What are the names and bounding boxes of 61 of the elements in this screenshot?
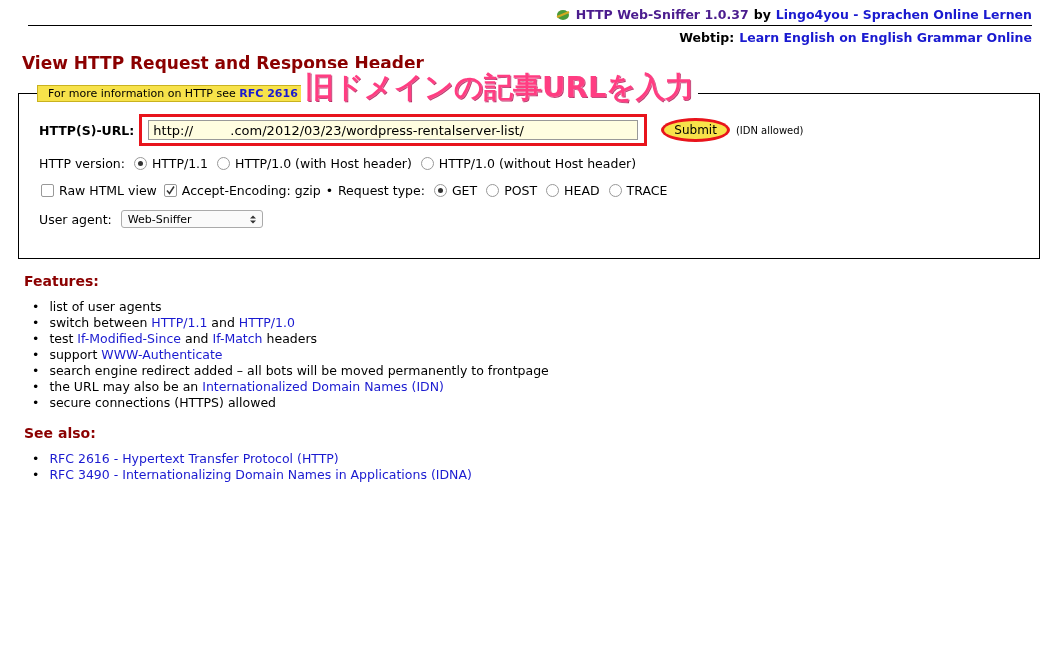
checkbox-label: Accept-Encoding: gzip [181, 183, 321, 198]
submit-button[interactable]: Submit [664, 121, 727, 139]
radio-button[interactable] [608, 184, 622, 197]
caret-icon [249, 214, 256, 224]
feature-item: the URL may also be an Internationalized Domain Names (IDN) [49, 379, 444, 395]
request-type-option: GET [451, 183, 478, 198]
bullet: • [32, 299, 40, 315]
bullet: • [32, 363, 40, 379]
version-option: HTTP/1.1 [151, 156, 209, 171]
see-also-heading: See also: [24, 425, 97, 441]
request-type-option: TRACE [626, 183, 668, 198]
bullet-separator: • [325, 183, 333, 198]
user-agent-label: User agent: [39, 211, 112, 227]
version-option: HTTP/1.0 (with Host header) [235, 156, 412, 171]
version-label: HTTP version: [39, 156, 125, 171]
request-type-option: HEAD [564, 183, 600, 198]
idn-note: (IDN allowed) [735, 124, 804, 136]
globe-icon [554, 8, 571, 21]
rfc-link[interactable]: RFC 2616 - Hypertext Transfer Protocol (HTTP) [49, 451, 339, 467]
feature-link[interactable]: Internationalized Domain Names (IDN) [202, 379, 444, 394]
request-type-label: Request type: [338, 183, 425, 198]
feature-link[interactable]: HTTP/1.1 [151, 315, 208, 330]
request-type-option: POST [504, 183, 538, 198]
feature-link[interactable]: If-Match [212, 331, 263, 346]
feature-item: secure connections (HTTPS) allowed [49, 395, 276, 411]
radio-button[interactable] [433, 184, 447, 197]
feature-item: support WWW-Authenticate [49, 347, 223, 363]
by-label: by [753, 7, 771, 22]
feature-link[interactable]: If-Modified-Since [77, 331, 181, 346]
rfc-link[interactable]: RFC 2616 [239, 87, 298, 100]
bullet: • [32, 331, 40, 347]
app-name: HTTP Web-Sniffer 1.0.37 [575, 7, 749, 22]
url-label: HTTP(S)-URL: [39, 122, 135, 138]
feature-item: list of user agents [49, 299, 162, 315]
site-link[interactable]: Lingo4you - Sprachen Online Lernen [775, 7, 1032, 22]
bullet: • [32, 451, 40, 467]
radio-button[interactable] [420, 157, 434, 170]
rfc-link[interactable]: RFC 3490 - Internationalizing Domain Names in Applications (IDNA) [49, 467, 472, 483]
webtip-link[interactable]: Learn English on English Grammar Online [739, 30, 1032, 45]
feature-item: test If-Modified-Since and If-Match headers [49, 331, 318, 347]
version-option: HTTP/1.0 (without Host header) [438, 156, 637, 171]
feature-link[interactable]: HTTP/1.0 [238, 315, 295, 330]
bullet: • [32, 347, 40, 363]
radio-button[interactable] [217, 157, 231, 170]
feature-item: search engine redirect added – all bots will be moved permanently to frontpage [49, 363, 549, 379]
features-heading: Features: [24, 273, 100, 289]
feature-item: switch between HTTP/1.1 and HTTP/1.0 [49, 315, 295, 331]
checkbox-label: Raw HTML view [59, 183, 157, 198]
bullet: • [32, 467, 40, 483]
bullet: • [32, 395, 40, 411]
user-agent-select[interactable]: Web-Sniffer [120, 210, 263, 228]
webtip-label: Webtip: [679, 30, 735, 45]
radio-button[interactable] [486, 184, 500, 197]
url-input[interactable]: http:// .com/2012/03/23/wordpress-rentalserver-list/ [148, 120, 639, 140]
radio-button[interactable] [546, 184, 560, 197]
checkbox[interactable] [163, 184, 177, 197]
feature-link[interactable]: WWW-Authenticate [101, 347, 223, 362]
bullet: • [32, 379, 40, 395]
checkbox[interactable] [41, 184, 54, 197]
bullet: • [32, 315, 40, 331]
radio-button[interactable] [133, 157, 147, 170]
